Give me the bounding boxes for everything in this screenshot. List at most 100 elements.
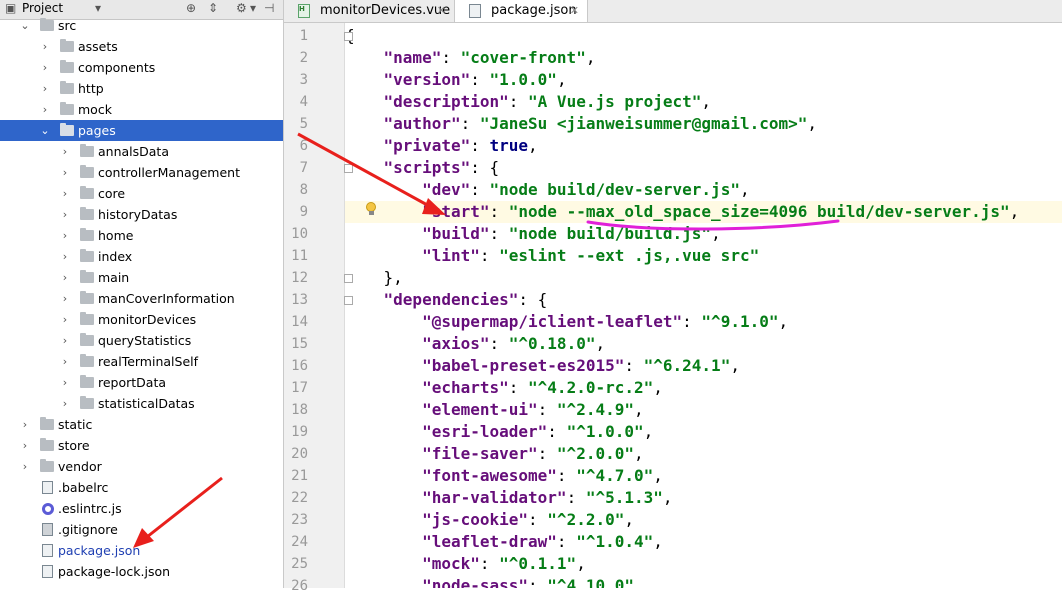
tab-monitordevices-vue[interactable]: monitorDevices.vue ✕ (284, 0, 454, 22)
code-line[interactable]: "har-validator": "^5.1.3", (345, 487, 1062, 509)
chevron-right-icon[interactable]: › (60, 162, 70, 183)
tree-item-querystatistics[interactable]: › queryStatistics (0, 330, 283, 351)
tree-item-historydatas[interactable]: › historyDatas (0, 204, 283, 225)
chevron-right-icon[interactable]: › (20, 414, 30, 435)
locate-file-icon[interactable]: ⊕ (186, 1, 196, 15)
code-editor[interactable]: { "name": "cover-front", "version": "1.0… (345, 23, 1062, 588)
tree-item-realterminalself[interactable]: › realTerminalSelf (0, 351, 283, 372)
tree-item-src[interactable]: ⌄ src (0, 15, 283, 36)
code-line[interactable]: "version": "1.0.0", (345, 69, 1062, 91)
code-line[interactable]: "lint": "eslint --ext .js,.vue src" (345, 245, 1062, 267)
line-number-gutter[interactable]: 1 2 3 4 5 6 7 8 9 10 11 12 13 14 15 16 17 18 19 20 21 22 23 24 2… (284, 23, 345, 594)
settings-dropdown-icon[interactable]: ▾ (250, 1, 256, 15)
fold-marker-icon[interactable] (344, 296, 353, 305)
code-line[interactable]: "echarts": "^4.2.0-rc.2", (345, 377, 1062, 399)
tree-item-store[interactable]: › store (0, 435, 283, 456)
fold-marker-icon[interactable] (344, 274, 353, 283)
code-line[interactable]: "description": "A Vue.js project", (345, 91, 1062, 113)
config-file-icon (42, 481, 53, 494)
tree-item-assets[interactable]: › assets (0, 36, 283, 57)
chevron-right-icon[interactable]: › (40, 78, 50, 99)
chevron-right-icon[interactable]: › (20, 435, 30, 456)
folder-icon (60, 102, 74, 115)
chevron-right-icon[interactable]: › (60, 288, 70, 309)
code-line[interactable]: "dependencies": { (345, 289, 1062, 311)
code-line[interactable]: "axios": "^0.18.0", (345, 333, 1062, 355)
code-line[interactable]: "js-cookie": "^2.2.0", (345, 509, 1062, 531)
close-icon[interactable]: ✕ (437, 0, 446, 22)
code-line[interactable]: "scripts": { (345, 157, 1062, 179)
tree-item-pages[interactable]: ⌄ pages (0, 120, 283, 141)
code-line[interactable]: "node-sass": "^4.10.0" (345, 575, 1062, 588)
chevron-right-icon[interactable]: › (20, 456, 30, 477)
tree-item-gitignore[interactable]: .gitignore (0, 519, 283, 540)
chevron-right-icon[interactable]: › (60, 267, 70, 288)
chevron-right-icon[interactable]: › (60, 246, 70, 267)
chevron-right-icon[interactable]: › (60, 204, 70, 225)
tree-item-controllermanagement[interactable]: › controllerManagement (0, 162, 283, 183)
tree-item-mock[interactable]: › mock (0, 99, 283, 120)
tab-package-json[interactable]: package.json ✕ (454, 0, 588, 22)
hide-panel-icon[interactable]: ⊣ (264, 1, 274, 15)
view-dropdown-icon[interactable]: ▾ (95, 1, 101, 15)
code-line[interactable]: "dev": "node build/dev-server.js", (345, 179, 1062, 201)
tree-item-index[interactable]: › index (0, 246, 283, 267)
code-line[interactable]: "mock": "^0.1.1", (345, 553, 1062, 575)
tree-item-babelrc[interactable]: .babelrc (0, 477, 283, 498)
tree-item-http[interactable]: › http (0, 78, 283, 99)
chevron-down-icon[interactable]: ⌄ (20, 15, 30, 36)
chevron-right-icon[interactable]: › (40, 57, 50, 78)
code-line[interactable]: "start": "node --max_old_space_size=4096… (345, 201, 1062, 223)
code-line[interactable]: "@supermap/iclient-leaflet": "^9.1.0", (345, 311, 1062, 333)
chevron-right-icon[interactable]: › (60, 141, 70, 162)
collapse-all-icon[interactable]: ⇕ (208, 1, 218, 15)
chevron-right-icon[interactable]: › (60, 372, 70, 393)
tree-item-vendor[interactable]: › vendor (0, 456, 283, 477)
code-line[interactable]: "name": "cover-front", (345, 47, 1062, 69)
tree-item-statisticaldatas[interactable]: › statisticalDatas (0, 393, 283, 414)
tree-item-core[interactable]: › core (0, 183, 283, 204)
chevron-right-icon[interactable]: › (60, 183, 70, 204)
chevron-right-icon[interactable]: › (60, 330, 70, 351)
line-number: 25 (291, 556, 308, 572)
line-number: 9 (299, 204, 308, 220)
intention-bulb-icon[interactable] (366, 202, 376, 215)
tree-item-components[interactable]: › components (0, 57, 283, 78)
code-line[interactable]: "leaflet-draw": "^1.0.4", (345, 531, 1062, 553)
chevron-right-icon[interactable]: › (40, 99, 50, 120)
line-number: 10 (291, 226, 308, 242)
code-line[interactable]: "esri-loader": "^1.0.0", (345, 421, 1062, 443)
code-line[interactable]: "font-awesome": "^4.7.0", (345, 465, 1062, 487)
chevron-right-icon[interactable]: › (60, 225, 70, 246)
close-icon[interactable]: ✕ (570, 0, 579, 22)
chevron-right-icon[interactable]: › (60, 393, 70, 414)
chevron-right-icon[interactable]: › (60, 351, 70, 372)
tree-item-home[interactable]: › home (0, 225, 283, 246)
code-line[interactable]: "author": "JaneSu <jianweisummer@gmail.c… (345, 113, 1062, 135)
tree-item-annalsdata[interactable]: › annalsData (0, 141, 283, 162)
tree-item-label: .gitignore (58, 522, 118, 537)
tree-item-eslintrc-js[interactable]: .eslintrc.js (0, 498, 283, 519)
tree-item-monitordevices[interactable]: › monitorDevices (0, 309, 283, 330)
tree-item-label: store (58, 438, 90, 453)
code-line[interactable]: { (345, 25, 1062, 47)
fold-marker-icon[interactable] (344, 164, 353, 173)
gear-icon[interactable]: ⚙ (236, 1, 247, 15)
code-line[interactable]: "babel-preset-es2015": "^6.24.1", (345, 355, 1062, 377)
tree-item-package-json[interactable]: package.json (0, 540, 283, 561)
tree-item-main[interactable]: › main (0, 267, 283, 288)
chevron-right-icon[interactable]: › (40, 36, 50, 57)
chevron-down-icon[interactable]: ⌄ (40, 120, 50, 141)
code-line[interactable]: "private": true, (345, 135, 1062, 157)
tree-item-mancoverinformation[interactable]: › manCoverInformation (0, 288, 283, 309)
code-line[interactable]: "build": "node build/build.js", (345, 223, 1062, 245)
project-panel-title[interactable]: Project (22, 1, 63, 15)
chevron-right-icon[interactable]: › (60, 309, 70, 330)
tree-item-package-lock-json[interactable]: package-lock.json (0, 561, 283, 582)
code-line[interactable]: "element-ui": "^2.4.9", (345, 399, 1062, 421)
code-line[interactable]: }, (345, 267, 1062, 289)
tree-item-reportdata[interactable]: › reportData (0, 372, 283, 393)
tree-item-static[interactable]: › static (0, 414, 283, 435)
code-line[interactable]: "file-saver": "^2.0.0", (345, 443, 1062, 465)
fold-marker-icon[interactable] (344, 32, 353, 41)
